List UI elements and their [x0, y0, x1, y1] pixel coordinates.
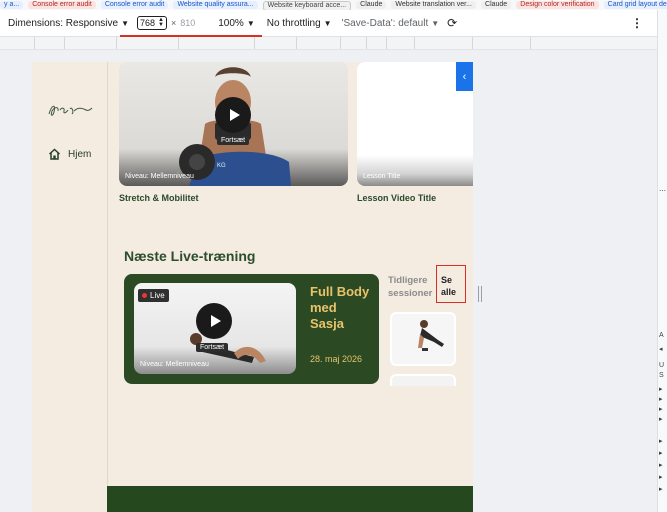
save-data-dropdown[interactable]: 'Save-Data': default ▼ [342, 18, 440, 29]
level-label: Niveau: Mellemniveau [140, 361, 209, 368]
lesson-card-title[interactable]: Lesson Video Title [357, 193, 436, 203]
bookmark-item[interactable]: Claude [481, 1, 512, 9]
past-session-thumbnail[interactable] [390, 312, 456, 366]
bookmark-item[interactable]: Design color verification [516, 1, 599, 9]
expand-arrow-icon[interactable]: ▸ [659, 486, 663, 493]
bookmark-item[interactable]: Claude [356, 1, 387, 9]
bookmark-item[interactable]: Console error audit [28, 1, 96, 9]
expand-arrow-icon[interactable]: ▸ [659, 386, 663, 393]
live-thumbnail[interactable]: Live Fortsæt Niveau: Mellemniveau [134, 283, 296, 374]
panel-letter: U [659, 362, 665, 369]
emulated-viewport: Hjem Fortsæt KG Niveau: Mellemniveau Str… [32, 62, 473, 512]
live-session-date: 28. maj 2026 [310, 354, 363, 364]
stepper-icon[interactable]: ▲ ▼ [158, 17, 164, 28]
dimensions-dropdown[interactable]: Dimensions: Responsive ▼ [8, 18, 129, 29]
media-query-ruler [0, 37, 657, 50]
zoom-dropdown[interactable]: 100% ▼ [218, 18, 255, 29]
past-session-thumbnail[interactable] [390, 374, 456, 386]
live-session-card[interactable]: Live Fortsæt Niveau: Mellemniveau Full B… [124, 274, 379, 384]
viewport-resize-handle[interactable] [478, 286, 482, 302]
throttling-dropdown[interactable]: No throttling ▼ [267, 18, 332, 29]
expand-arrow-icon[interactable]: ▸ [659, 438, 663, 445]
width-input[interactable]: 768 ▲ ▼ [136, 16, 167, 30]
chevron-left-icon: ‹ [462, 70, 467, 83]
height-input[interactable]: 810 [180, 16, 210, 30]
live-badge-label: Live [150, 291, 165, 300]
expand-arrow-icon[interactable]: ▸ [659, 406, 663, 413]
panel-letter: A [659, 332, 664, 339]
expand-arrow-icon[interactable]: ▸ [659, 396, 663, 403]
continue-label: Fortsæt [217, 136, 250, 145]
bookmark-item[interactable]: Website quality assura... [173, 1, 258, 9]
expand-arrow-icon[interactable]: ▸ [659, 450, 663, 457]
zoom-value: 100% [218, 17, 244, 29]
bookmark-item[interactable]: Console error audit [100, 1, 169, 9]
workout-photo [418, 320, 444, 351]
lesson-card-title[interactable]: Stretch & Mobilitet [119, 193, 199, 203]
see-all-link[interactable]: Se alle [436, 265, 466, 303]
section-heading: Næste Live-træning [124, 248, 256, 264]
dimension-separator: × [170, 18, 177, 28]
width-value: 768 [139, 18, 156, 28]
caret-down-icon: ▼ [246, 18, 255, 28]
level-label: Niveau: Mellemniveau [125, 173, 194, 180]
arrow-left-icon[interactable]: ◂ [659, 346, 663, 353]
panel-letter: S [659, 372, 664, 379]
rotate-icon[interactable]: ⟳ [447, 16, 457, 30]
play-button[interactable] [215, 97, 251, 133]
bookmark-item[interactable]: y a... [0, 1, 24, 9]
devtools-side-panel: ⋯ A ◂ U S ▸ ▸ ▸ ▸ ▸ ▸ ▸ ▸ ▸ [657, 10, 667, 512]
throttling-value: No throttling [266, 17, 321, 29]
height-value: 810 [180, 18, 196, 28]
bookmark-item[interactable]: Website translation ver... [391, 1, 476, 9]
caret-down-icon: ▼ [431, 18, 440, 28]
live-dot-icon [142, 293, 147, 298]
dimensions-label: Dimensions: Responsive [8, 17, 119, 29]
live-badge: Live [138, 289, 169, 302]
play-button[interactable] [196, 303, 232, 339]
nav-home[interactable]: Hjem [48, 148, 91, 160]
weight-label: KG [217, 163, 226, 169]
device-toolbar: Dimensions: Responsive ▼ 768 ▲ ▼ × 810 10… [0, 10, 657, 37]
bookmarks-bar: y a... Console error audit Console error… [0, 0, 667, 10]
carousel-prev-button[interactable]: ‹ [456, 62, 473, 91]
save-data-value: 'Save-Data': default [341, 17, 429, 29]
bookmark-item[interactable]: Website keyboard acce... [262, 1, 352, 10]
footer [107, 486, 473, 512]
see-all-label: Se alle [441, 275, 457, 297]
lesson-title-overlay: Lesson Title [363, 173, 401, 180]
bookmark-item[interactable]: Card grid layout de [603, 1, 667, 9]
caret-down-icon: ▼ [323, 18, 332, 28]
signature-logo [48, 105, 93, 116]
expand-arrow-icon[interactable]: ▸ [659, 462, 663, 469]
continue-label: Fortsæt [196, 343, 229, 352]
dots-icon[interactable]: ⋯ [659, 188, 666, 195]
sidebar: Hjem [32, 62, 108, 512]
caret-down-icon: ▼ [121, 18, 129, 28]
nav-home-label: Hjem [68, 148, 92, 160]
live-session-title: Full Body med Sasja [310, 284, 370, 331]
expand-arrow-icon[interactable]: ▸ [659, 416, 663, 423]
more-options-icon[interactable]: ⋮ [631, 16, 643, 30]
lesson-card-thumbnail[interactable]: Fortsæt KG Niveau: Mellemniveau [119, 62, 348, 186]
home-icon [48, 148, 61, 160]
expand-arrow-icon[interactable]: ▸ [659, 474, 663, 481]
